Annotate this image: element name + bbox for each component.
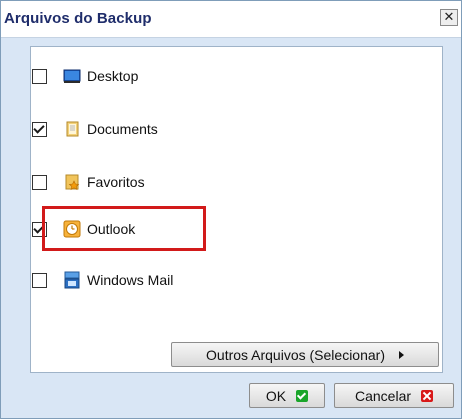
favorites-folder-icon	[63, 173, 81, 191]
list-item-favoritos: Favoritos	[32, 171, 145, 193]
desktop-label: Desktop	[87, 68, 139, 84]
close-button[interactable]: ✕	[440, 9, 458, 26]
windows-mail-checkbox[interactable]	[32, 272, 47, 288]
favoritos-label: Favoritos	[87, 174, 145, 190]
ok-button[interactable]: OK	[249, 383, 325, 408]
dialog-title: Arquivos do Backup	[4, 10, 152, 27]
chevron-right-icon	[398, 350, 404, 359]
other-files-label: Outros Arquivos (Selecionar)	[206, 346, 385, 363]
desktop-checkbox[interactable]	[32, 68, 47, 84]
ok-label: OK	[265, 387, 287, 404]
documents-folder-icon	[63, 120, 81, 138]
check-icon	[296, 389, 309, 402]
list-item-desktop: Desktop	[32, 65, 138, 87]
documents-checkbox[interactable]	[32, 121, 47, 137]
windows-mail-label: Windows Mail	[87, 272, 174, 288]
close-icon: ✕	[443, 9, 455, 24]
favoritos-checkbox[interactable]	[32, 174, 47, 190]
cancel-button[interactable]: Cancelar	[334, 383, 454, 408]
outlook-highlight-box	[42, 206, 206, 251]
title-bar[interactable]: Arquivos do Backup ✕	[1, 1, 461, 38]
documents-label: Documents	[87, 121, 158, 137]
desktop-icon	[63, 67, 81, 85]
other-files-select-button[interactable]: Outros Arquivos (Selecionar)	[171, 342, 439, 367]
backup-files-dialog: Arquivos do Backup ✕ Desktop Documents F…	[0, 0, 462, 419]
cancel-label: Cancelar	[354, 387, 412, 404]
cancel-x-icon	[421, 389, 434, 402]
list-item-windows-mail: Windows Mail	[32, 269, 173, 291]
list-item-documents: Documents	[32, 118, 158, 140]
windows-mail-icon	[63, 271, 81, 289]
